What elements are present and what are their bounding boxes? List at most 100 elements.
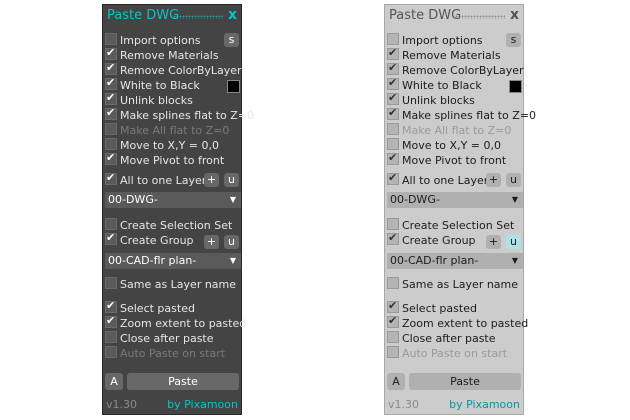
checkbox-label: All to one Layer [402,174,489,187]
checkbox-label: Create Group [402,234,476,247]
chevron-down-icon: ▼ [511,256,518,265]
white-to-black-checkbox[interactable]: White to Black [387,76,482,92]
checkbox-label: White to Black [402,79,482,92]
checkbox-icon [105,33,117,45]
move-to-origin-checkbox[interactable]: Move to X,Y = 0,0 [105,138,219,152]
dropdown-value: 00-DWG- [390,193,440,206]
paste-button[interactable]: Paste [127,373,239,390]
group-dropdown[interactable]: 00-CAD-flr plan- ▼ [387,253,523,269]
checkbox-icon [387,33,399,45]
make-all-flat-checkbox: Make All flat to Z=0 [105,123,229,137]
check-icon [387,171,399,185]
make-splines-flat-checkbox[interactable]: Make splines flat to Z=0 [105,106,254,122]
group-u-button[interactable]: u [506,235,521,249]
remove-colorbylayer-checkbox[interactable]: Remove ColorByLayer [105,61,242,77]
a-button[interactable]: A [387,373,405,390]
create-selection-set-checkbox[interactable]: Create Selection Set [105,218,232,232]
checkbox-label: Import options [402,34,483,47]
chevron-down-icon: ▼ [229,256,236,265]
close-button[interactable]: x [510,7,519,23]
remove-colorbylayer-checkbox[interactable]: Remove ColorByLayer [387,61,524,77]
credit-link[interactable]: by Pixamoon [449,398,520,411]
layer-u-button[interactable]: u [506,173,521,187]
select-pasted-checkbox[interactable]: Select pasted [105,299,195,315]
checkbox-icon [387,277,399,289]
make-splines-flat-checkbox[interactable]: Make splines flat to Z=0 [387,106,536,122]
checkbox-icon [387,138,399,150]
checkbox-label: Make All flat to Z=0 [402,124,512,137]
checkbox-icon [387,123,399,135]
create-group-checkbox[interactable]: Create Group [105,231,194,247]
remove-materials-checkbox[interactable]: Remove Materials [387,46,501,62]
unlink-blocks-checkbox[interactable]: Unlink blocks [387,91,475,107]
import-options-checkbox[interactable]: Import options [105,33,201,47]
checkbox-icon [105,123,117,135]
select-pasted-checkbox[interactable]: Select pasted [387,299,477,315]
auto-paste-checkbox: Auto Paste on start [387,346,507,360]
check-icon [105,106,117,120]
remove-materials-checkbox[interactable]: Remove Materials [105,46,219,62]
unlink-blocks-checkbox[interactable]: Unlink blocks [105,91,193,107]
create-selection-set-checkbox[interactable]: Create Selection Set [387,218,514,232]
checkbox-label: Create Group [120,234,194,247]
paste-button[interactable]: Paste [409,373,521,390]
checkbox-label: Select pasted [120,302,195,315]
panel-title: Paste DWG [389,8,462,23]
drag-grip-icon[interactable] [455,15,505,19]
group-u-button[interactable]: u [224,235,239,249]
check-icon [387,61,399,75]
move-pivot-checkbox[interactable]: Move Pivot to front [105,151,225,167]
checkbox-label: Auto Paste on start [120,347,226,360]
checkbox-icon [105,277,117,289]
checkbox-label: Close after paste [402,332,496,345]
move-pivot-checkbox[interactable]: Move Pivot to front [387,151,506,167]
check-icon [387,76,399,90]
zoom-extent-checkbox[interactable]: Zoom extent to pasted [105,314,246,330]
version-label: v1.30 [388,398,420,411]
close-after-paste-checkbox[interactable]: Close after paste [105,331,214,345]
group-add-button[interactable]: + [204,235,219,249]
black-color-swatch[interactable] [509,80,522,93]
a-button[interactable]: A [105,373,123,390]
checkbox-label: White to Black [120,79,200,92]
layer-add-button[interactable]: + [204,173,219,187]
check-icon [105,299,117,313]
check-icon [105,231,117,245]
checkbox-icon [387,218,399,230]
close-button[interactable]: x [228,7,237,23]
move-to-origin-checkbox[interactable]: Move to X,Y = 0,0 [387,138,501,152]
s-button[interactable]: s [224,33,239,47]
checkbox-label: Move Pivot to front [120,154,225,167]
chevron-down-icon: ▼ [511,195,518,204]
checkbox-label: Remove ColorByLayer [120,64,242,77]
all-to-one-layer-checkbox[interactable]: All to one Layer [105,171,206,187]
close-after-paste-checkbox[interactable]: Close after paste [387,331,496,345]
credit-link[interactable]: by Pixamoon [167,398,238,411]
layer-dropdown[interactable]: 00-DWG- ▼ [105,192,241,208]
import-options-checkbox[interactable]: Import options [387,33,483,47]
panel-header[interactable]: Paste DWG x [103,5,241,27]
auto-paste-checkbox: Auto Paste on start [105,346,225,360]
checkbox-label: Same as Layer name [402,278,519,291]
all-to-one-layer-checkbox[interactable]: All to one Layer [387,171,489,187]
same-as-layer-name-checkbox[interactable]: Same as Layer name [387,277,518,291]
check-icon [387,46,399,60]
version-label: v1.30 [106,398,138,411]
checkbox-label: Unlink blocks [402,94,475,107]
layer-add-button[interactable]: + [486,173,501,187]
group-add-button[interactable]: + [486,235,501,249]
white-to-black-checkbox[interactable]: White to Black [105,76,200,92]
checkbox-icon [387,331,399,343]
create-group-checkbox[interactable]: Create Group [387,231,476,247]
dropdown-value: 00-CAD-flr plan- [108,254,197,267]
group-dropdown[interactable]: 00-CAD-flr plan- ▼ [105,253,241,269]
layer-dropdown[interactable]: 00-DWG- ▼ [387,192,523,208]
black-color-swatch[interactable] [227,80,240,93]
zoom-extent-checkbox[interactable]: Zoom extent to pasted [387,314,528,330]
panel-header[interactable]: Paste DWG x [385,5,523,27]
same-as-layer-name-checkbox[interactable]: Same as Layer name [105,277,236,291]
layer-u-button[interactable]: u [224,173,239,187]
s-button[interactable]: s [506,33,521,47]
drag-grip-icon[interactable] [173,15,223,19]
checkbox-label: Same as Layer name [120,278,237,291]
